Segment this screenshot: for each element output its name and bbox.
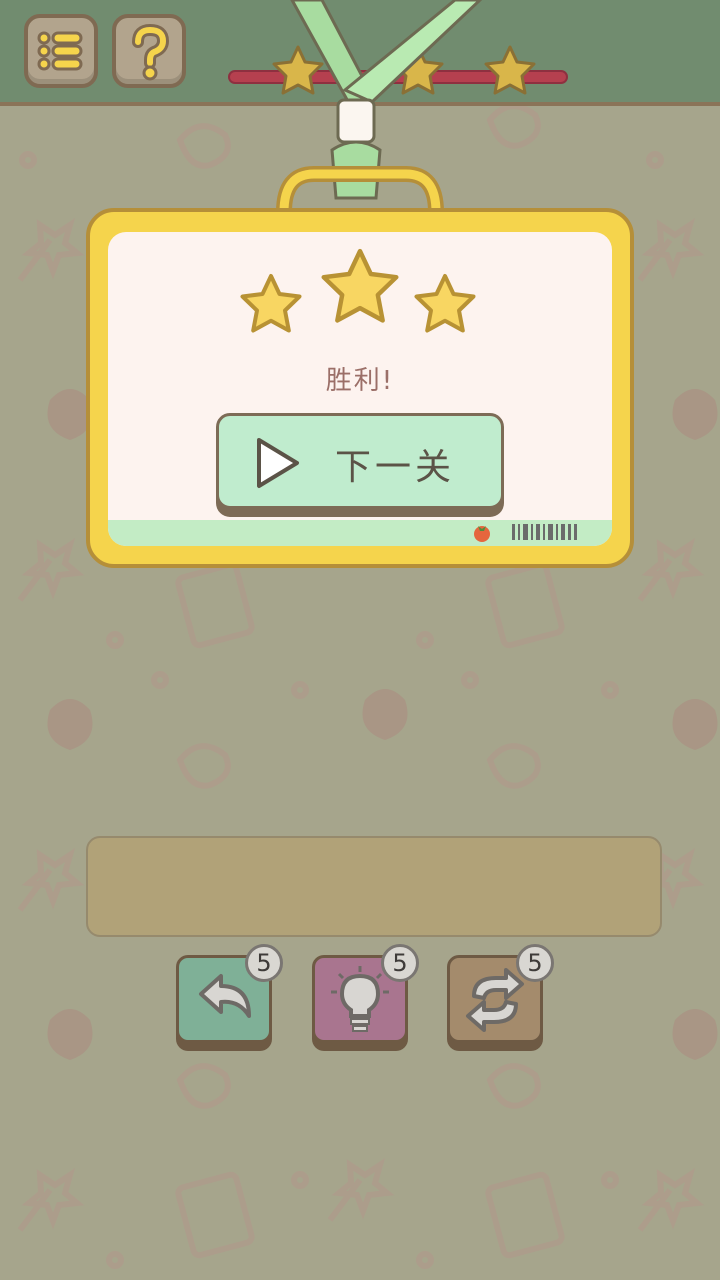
shuffle-button[interactable]: 5 <box>447 944 554 1043</box>
play-icon <box>257 438 299 488</box>
barcode-icon <box>512 524 577 540</box>
shuffle-count-badge: 5 <box>516 944 554 982</box>
answer-tray <box>86 836 662 937</box>
victory-message: 胜利! <box>325 366 395 396</box>
result-star-left-icon <box>240 274 302 333</box>
next-level-button[interactable]: 下一关 <box>216 413 504 509</box>
result-star-right-icon <box>414 274 476 333</box>
hint-button[interactable]: 5 <box>312 944 419 1043</box>
result-star-middle-icon <box>321 248 399 323</box>
undo-button[interactable]: 5 <box>176 944 283 1043</box>
undo-count-badge: 5 <box>245 944 283 982</box>
next-level-label: 下一关 <box>335 447 456 488</box>
lanyard-ribbon <box>276 0 483 213</box>
hint-count-badge: 5 <box>381 944 419 982</box>
tomato-icon <box>474 526 490 542</box>
